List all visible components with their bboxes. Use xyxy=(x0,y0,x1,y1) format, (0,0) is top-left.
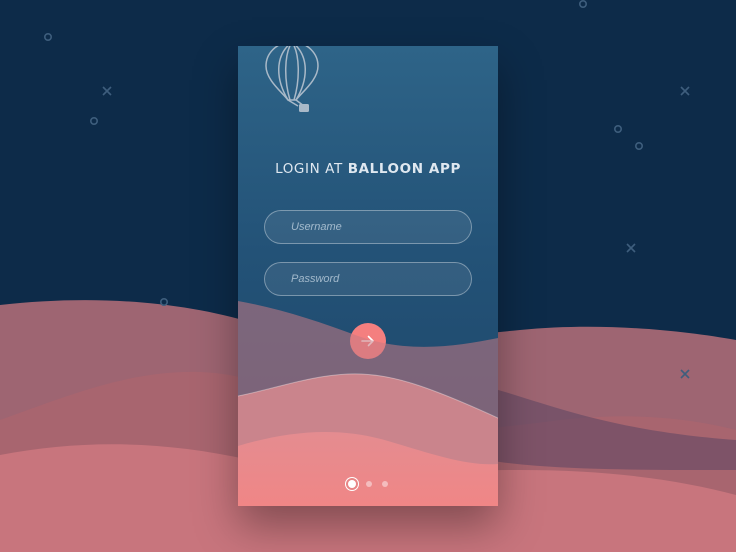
login-card: LOGIN AT BALLOON APP xyxy=(238,46,498,506)
page-dot-2[interactable] xyxy=(366,481,372,487)
page-dot-1[interactable] xyxy=(348,480,356,488)
login-submit-button[interactable] xyxy=(350,323,386,359)
page-indicator xyxy=(238,476,498,492)
login-title: LOGIN AT BALLOON APP xyxy=(275,161,461,177)
arrow-right-icon xyxy=(361,335,374,347)
page-dot-3[interactable] xyxy=(382,481,388,487)
username-input[interactable] xyxy=(264,210,472,244)
password-input[interactable] xyxy=(264,262,472,296)
hot-air-balloon-icon xyxy=(265,46,319,112)
